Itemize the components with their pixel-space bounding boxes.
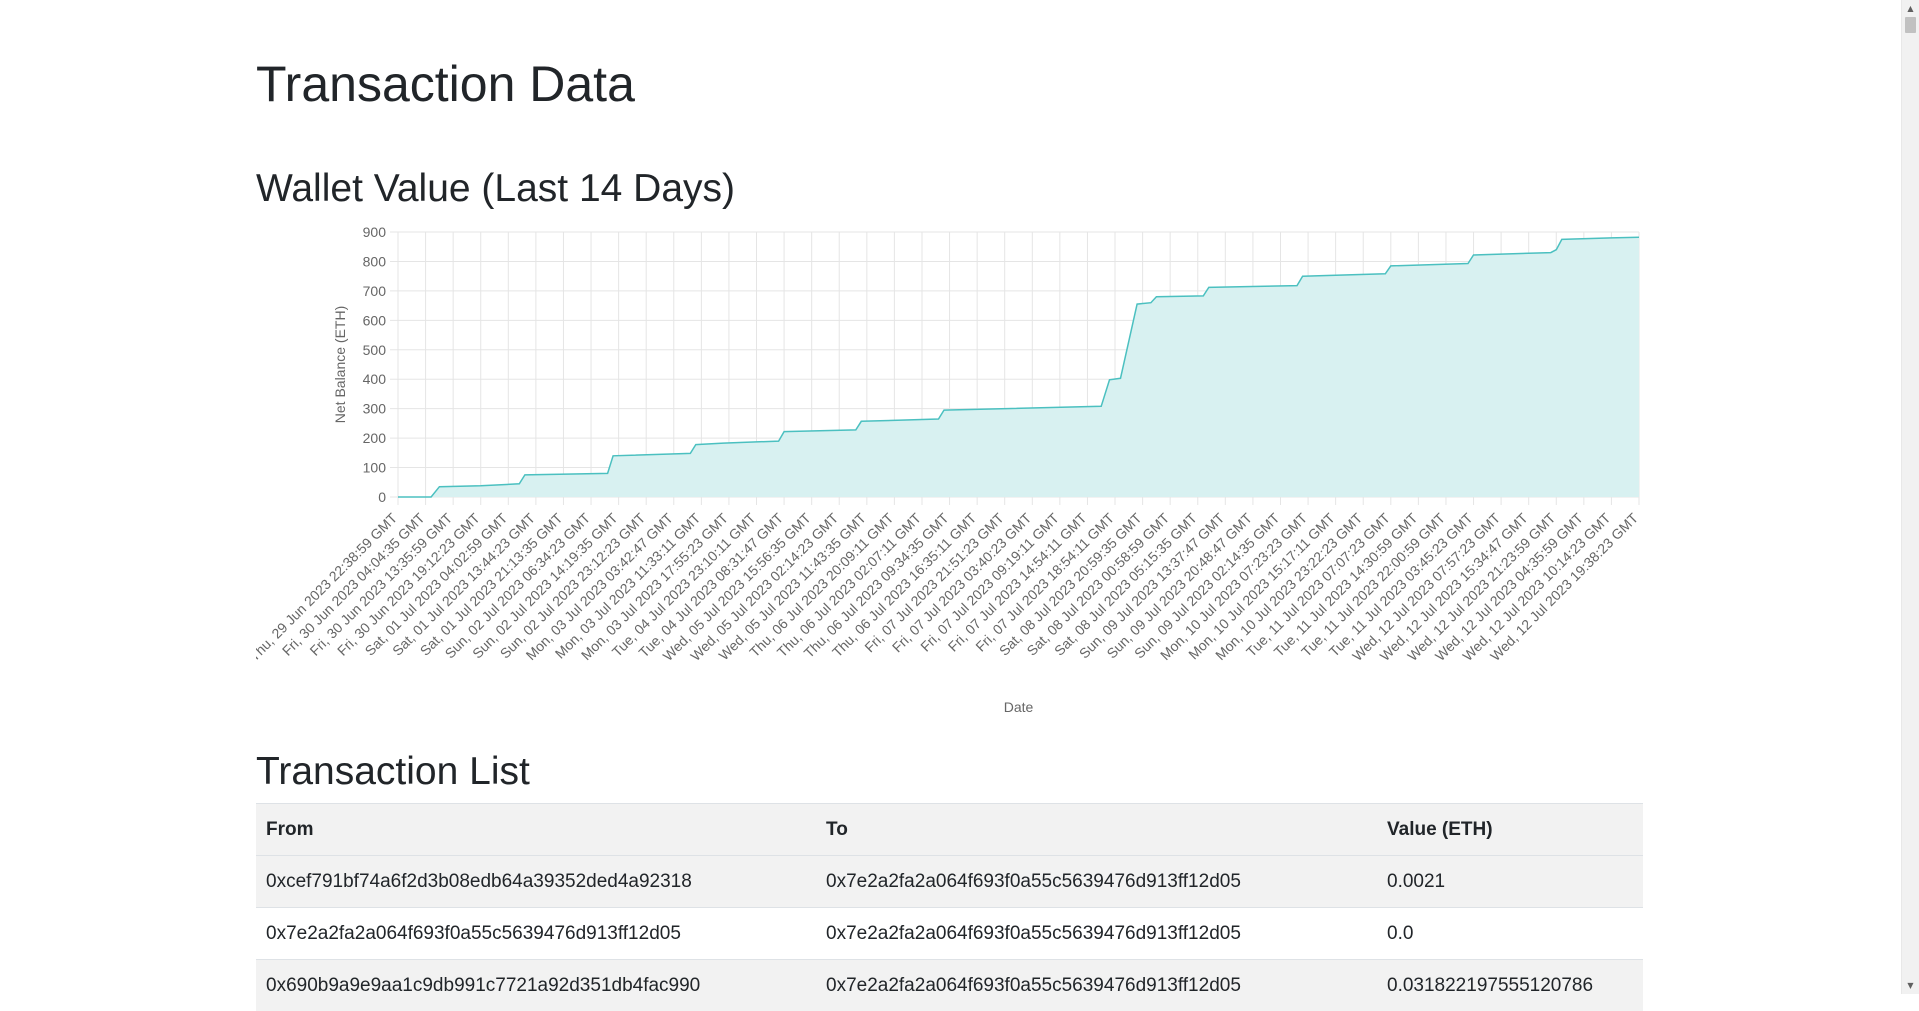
y-axis-title: Net Balance (ETH) [332,306,348,423]
cell-from: 0xcef791bf74a6f2d3b08edb64a39352ded4a923… [256,856,816,908]
transaction-table: From To Value (ETH) 0xcef791bf74a6f2d3b0… [256,803,1643,1011]
table-row: 0xcef791bf74a6f2d3b08edb64a39352ded4a923… [256,856,1643,908]
y-tick-label: 800 [363,253,387,269]
y-tick-label: 500 [363,342,387,358]
y-tick-label: 200 [363,430,387,446]
x-axis-title: Date [1004,699,1034,715]
y-tick-label: 0 [378,489,386,505]
vertical-scrollbar[interactable]: ▲ ▼ [1901,0,1919,994]
cell-value: 0.0021 [1377,856,1643,908]
chart-section-title: Wallet Value (Last 14 Days) [256,166,735,213]
scroll-down-arrow-icon[interactable]: ▼ [1902,977,1919,994]
y-tick-label: 100 [363,460,387,476]
page-title: Transaction Data [256,54,635,114]
y-tick-label: 600 [363,312,387,328]
table-row: 0x690b9a9e9aa1c9db991c7721a92d351db4fac9… [256,960,1643,1011]
y-tick-label: 400 [363,371,387,387]
table-row: 0x7e2a2fa2a064f693f0a55c5639476d913ff12d… [256,908,1643,960]
y-tick-label: 900 [363,224,387,240]
column-header-value: Value (ETH) [1377,804,1643,856]
list-section-title: Transaction List [256,749,530,796]
cell-value: 0.0 [1377,908,1643,960]
cell-to: 0x7e2a2fa2a064f693f0a55c5639476d913ff12d… [816,960,1377,1011]
cell-to: 0x7e2a2fa2a064f693f0a55c5639476d913ff12d… [816,856,1377,908]
scrollbar-thumb[interactable] [1905,17,1916,33]
cell-from: 0x690b9a9e9aa1c9db991c7721a92d351db4fac9… [256,960,816,1011]
table-header-row: From To Value (ETH) [256,804,1643,856]
chart-svg: 0100200300400500600700800900Thu, 29 Jun … [256,222,1643,722]
cell-value: 0.031822197555120786 [1377,960,1643,1011]
y-tick-label: 700 [363,283,387,299]
cell-from: 0x7e2a2fa2a064f693f0a55c5639476d913ff12d… [256,908,816,960]
cell-to: 0x7e2a2fa2a064f693f0a55c5639476d913ff12d… [816,908,1377,960]
wallet-value-chart: 0100200300400500600700800900Thu, 29 Jun … [256,222,1643,722]
scroll-up-arrow-icon[interactable]: ▲ [1902,0,1919,17]
balance-area [398,237,1639,497]
column-header-to: To [816,804,1377,856]
column-header-from: From [256,804,816,856]
y-tick-label: 300 [363,401,387,417]
